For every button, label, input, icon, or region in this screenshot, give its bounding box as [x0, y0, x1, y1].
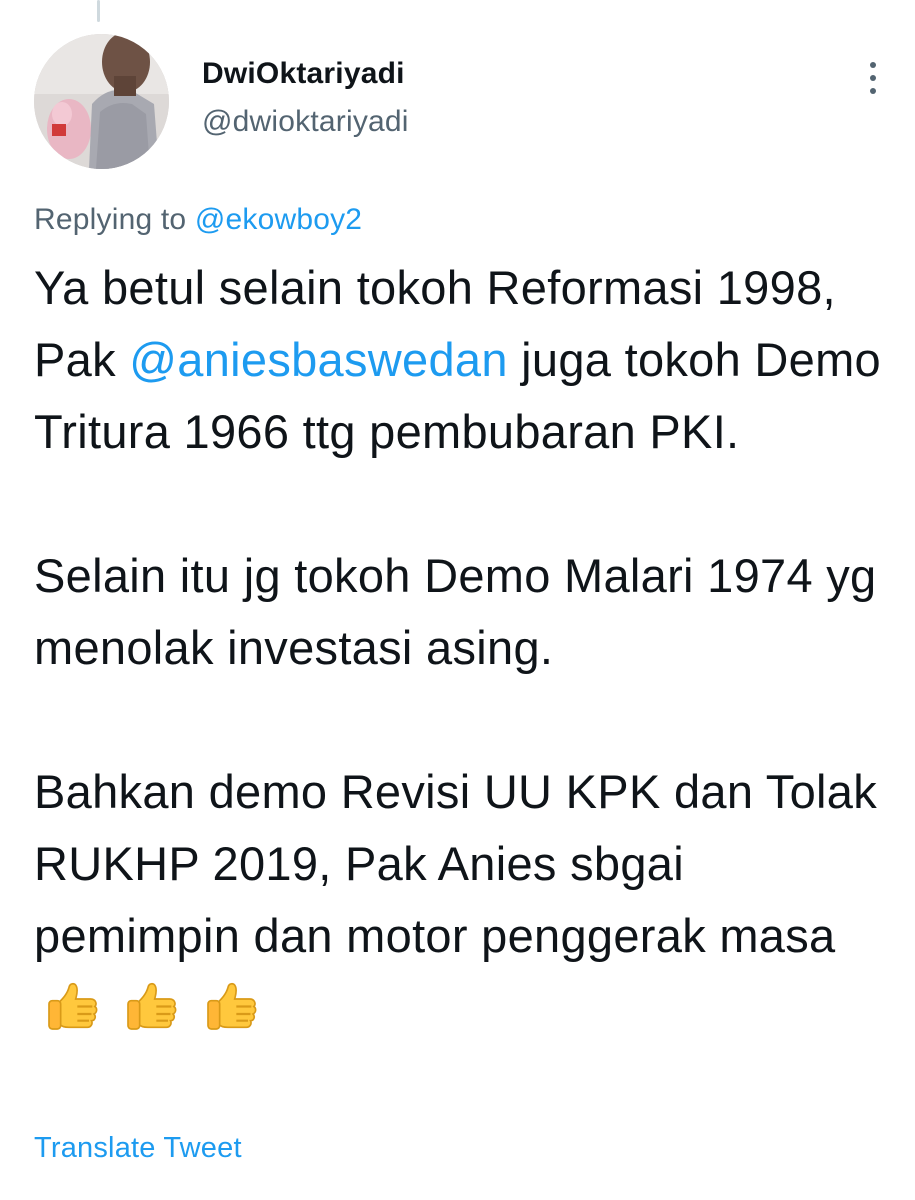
author-names: DwiOktariyadi @dwioktariyadi [202, 56, 409, 140]
tweet-paragraph-2: Selain itu jg tokoh Demo Malari 1974 yg … [34, 549, 877, 674]
replying-to-line: Replying to @ekowboy2 [34, 200, 362, 240]
tweet-text-segment: Bahkan demo Revisi UU KPK dan Tolak RUKH… [34, 765, 878, 962]
replying-to-mention-link[interactable]: @ekowboy2 [195, 203, 362, 236]
tweet-header: DwiOktariyadi @dwioktariyadi [34, 34, 884, 174]
emoji-group [44, 974, 269, 1054]
tweet-paragraph-1: Ya betul selain tokoh Reformasi 1998, Pa… [34, 252, 894, 468]
thumbs-up-icon [48, 982, 98, 1030]
thread-connector-line [97, 0, 100, 22]
more-options-icon[interactable] [866, 62, 880, 102]
tweet-text: Ya betul selain tokoh Reformasi 1998, Pa… [34, 252, 894, 1054]
replying-to-label: Replying to [34, 203, 187, 236]
tweet-paragraph-3: Bahkan demo Revisi UU KPK dan Tolak RUKH… [34, 756, 894, 1054]
avatar[interactable] [34, 34, 169, 169]
author-handle[interactable]: @dwioktariyadi [202, 104, 409, 140]
mention-link-aniesbaswedan[interactable]: @aniesbaswedan [129, 333, 508, 386]
thumbs-up-icon [206, 982, 257, 1030]
thumbs-up-icon [127, 982, 177, 1030]
translate-tweet-link[interactable]: Translate Tweet [34, 1128, 242, 1168]
author-display-name[interactable]: DwiOktariyadi [202, 56, 409, 92]
